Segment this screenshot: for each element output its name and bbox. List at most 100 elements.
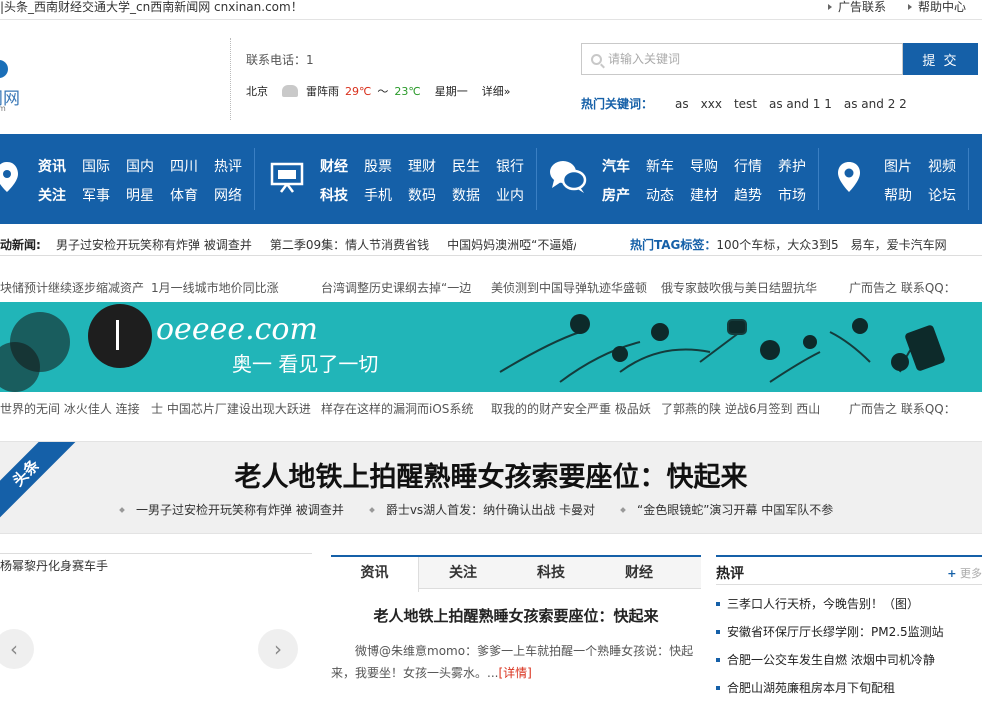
hot-tags-list[interactable]: 100个车标，大众3到5 易车，爱卡汽车网 [716,238,946,252]
thunderstorm-icon [282,85,298,97]
text-link-row: 块储预计继续逐步缩减资产 1月一线城市地价同比涨 台湾调整历史课纲去掉“一边 美… [0,279,982,299]
nav-item[interactable]: 新车 [646,156,690,176]
tab-news[interactable]: 资讯 [331,557,419,592]
search-input[interactable] [608,44,898,74]
nav-item[interactable]: 民生 [452,156,496,176]
nav-item[interactable]: 数码 [408,185,452,205]
list-item[interactable]: 三孝口人行天桥，今晚告别！（图） [716,595,982,623]
weather-detail-link[interactable]: 详细» [482,83,511,99]
text-link-row: 世界的无间 冰火佳人 连接 士 中国芯片厂建设出现大跃进 样存在这样的漏洞而iO… [0,400,982,420]
tab-focus[interactable]: 关注 [419,557,507,588]
nav-item[interactable]: 动态 [646,185,690,205]
nav-item[interactable]: 养护 [778,156,822,176]
text-link[interactable]: 俄专家鼓吹俄与美日结盟抗华 [661,279,817,296]
more-link[interactable]: + 更多 [947,565,982,581]
nav-divider [968,148,969,210]
nav-item[interactable]: 业内 [496,185,540,205]
nav-item[interactable]: 数据 [452,185,496,205]
nav-item[interactable]: 视频 [928,156,972,176]
nav-item[interactable]: 汽车 [602,156,646,176]
nav-item[interactable]: 论坛 [928,185,972,205]
nav-item[interactable]: 图片 [884,156,928,176]
location-icon [0,162,18,192]
tab-tech[interactable]: 科技 [507,557,595,588]
nav-item[interactable]: 股票 [364,156,408,176]
slider-prev-button[interactable]: ‹ [0,629,34,669]
top-notice[interactable]: |头条_西南财经交通大学_cn西南新闻网 cnxinan.com！ [0,0,303,14]
ad-contact-link[interactable]: 广告联系 [827,0,886,14]
ticker-item[interactable]: 男子过安检开玩笑称有炸弹 被调查并 [56,236,252,253]
text-link[interactable]: 取我的的财产安全严重 极品妖 [491,400,651,417]
nav-item[interactable]: 导购 [690,156,734,176]
nav-item[interactable]: 银行 [496,156,540,176]
headline-title[interactable]: 老人地铁上拍醒熟睡女孩索要座位：快起来 [0,455,982,494]
site-logo[interactable]: 闻网 m [0,56,30,116]
text-link[interactable]: 了郭燕的陕 逆战6月签到 西山 [661,400,820,417]
nav-item[interactable]: 国内 [126,156,170,176]
nav-item[interactable]: 房产 [602,185,646,205]
hot-keyword[interactable]: as and 1 1 [769,97,832,111]
hot-keyword[interactable]: test [734,97,757,111]
list-item[interactable]: 合肥一公交车发生自燃 浓烟中司机冷静 [716,651,982,679]
text-link[interactable]: 1月一线城市地价同比涨 [151,279,279,296]
tab-finance[interactable]: 财经 [595,557,683,588]
slider-next-button[interactable]: › [258,629,298,669]
text-link[interactable]: 士 中国芯片厂建设出现大跃进 [151,400,311,417]
hot-keyword[interactable]: xxx [701,97,722,111]
headline-sub-link[interactable]: 一男子过安检开玩笑称有炸弹 被调查并 [119,501,344,518]
ticker-item[interactable]: 中国妈妈澳洲啞“不逼婚/ [447,236,576,253]
nav-item[interactable]: 体育 [170,185,214,205]
text-link[interactable]: 台湾调整历史课纲去掉“一边 [321,279,471,296]
nav-row: 图片 视频 [884,156,972,176]
nav-item[interactable]: 财经 [320,156,364,176]
help-center-link[interactable]: 帮助中心 [907,0,966,14]
nav-item[interactable]: 趋势 [734,185,778,205]
weather-widget: 北京 雷阵雨 29℃ ～ 23℃ 星期一 详细» [246,83,510,99]
nav-item[interactable]: 军事 [82,185,126,205]
nav-item[interactable]: 手机 [364,185,408,205]
nav-item[interactable]: 帮助 [884,185,928,205]
ticker-item[interactable]: 第二季09集：情人节消费省钱 [270,236,429,253]
headline-sub-link[interactable]: “金色眼镜蛇”演习开幕 中国军队不参 [620,501,833,518]
nav-item[interactable]: 国际 [82,156,126,176]
text-link[interactable]: 样存在这样的漏洞而iOS系统 [321,400,473,417]
headline-sub-link[interactable]: 爵士vs湖人首发：纳什确认出战 卡曼对 [368,501,595,518]
article-excerpt: 微博@朱维意momo：爹爹一上车就拍醒一个熟睡女孩说：快起来，我要坐！女孩一头雾… [331,644,694,680]
banner-numeral [116,320,119,350]
slider-caption[interactable]: 杨幂黎丹化身赛车手 [0,557,108,574]
hot-keyword[interactable]: as and 2 2 [844,97,907,111]
list-item[interactable]: 合肥山湖苑廉租房本月下旬配租 [716,679,982,707]
ad-banner[interactable]: oeeee.com 奥一 看见了一切 [0,302,982,392]
article-title[interactable]: 老人地铁上拍醒熟睡女孩索要座位：快起来 [331,605,701,626]
nav-item[interactable]: 资讯 [38,156,82,176]
top-bar: |头条_西南财经交通大学_cn西南新闻网 cnxinan.com！ 广告联系 帮… [0,0,982,20]
nav-item[interactable]: 关注 [38,185,82,205]
banner-illustration [499,314,945,383]
ad-contact-qq[interactable]: 广而告之 联系QQ： [849,400,956,417]
nav-item[interactable]: 建材 [690,185,734,205]
ad-contact-qq[interactable]: 广而告之 联系QQ： [849,279,956,296]
text-link[interactable]: 块储预计继续逐步缩减资产 [0,279,144,296]
weather-tilde: ～ [377,85,389,98]
nav-item[interactable]: 科技 [320,185,364,205]
weather-weekday: 星期一 [434,85,468,98]
hot-keyword[interactable]: as [675,97,689,111]
banner-slogan: 奥一 看见了一切 [232,352,379,376]
square-bullet-icon [716,602,720,606]
news-ticker: 动新闻: 男子过安检开玩笑称有炸弹 被调查并 第二季09集：情人节消费省钱 中国… [0,229,982,256]
nav-item[interactable]: 明星 [126,185,170,205]
weather-condition: 雷阵雨 [306,85,339,98]
nav-item[interactable]: 理财 [408,156,452,176]
nav-item[interactable]: 热评 [214,156,258,176]
featured-article: 老人地铁上拍醒熟睡女孩索要座位：快起来 微博@朱维意momo：爹爹一上车就拍醒一… [331,597,701,684]
nav-item[interactable]: 行情 [734,156,778,176]
nav-item[interactable]: 市场 [778,185,822,205]
nav-item[interactable]: 网络 [214,185,258,205]
search-submit-button[interactable]: 提 交 [903,43,978,75]
text-link[interactable]: 世界的无间 冰火佳人 连接 [0,400,140,417]
article-more-link[interactable]: [详情] [498,666,531,680]
nav-item[interactable]: 四川 [170,156,214,176]
nav-row: 帮助 论坛 [884,185,972,205]
list-item[interactable]: 安徽省环保厅厅长缪学刚：PM2.5监测站 [716,623,982,651]
text-link[interactable]: 美侦测到中国导弹轨迹华盛顿 [491,279,647,296]
